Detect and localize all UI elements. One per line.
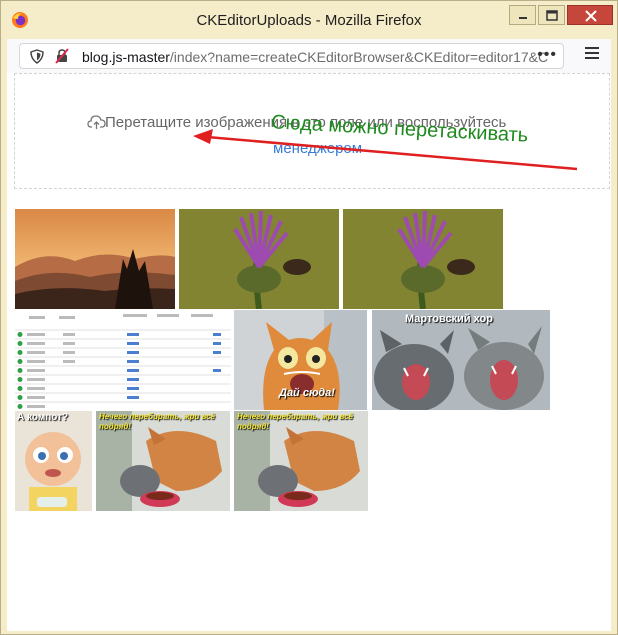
shocked-cat-caption: Дай сюда! bbox=[279, 387, 335, 399]
thistle-flower-image[interactable] bbox=[179, 209, 339, 309]
baby-caption: А компот? bbox=[17, 412, 69, 423]
page-content: Перетащите изображения в это поле или во… bbox=[7, 73, 611, 631]
maximize-icon bbox=[546, 10, 558, 21]
cats-eating-caption-2: Нечего перебирать, жри всё подряд! bbox=[237, 412, 353, 431]
page-actions-button[interactable]: ••• bbox=[537, 46, 557, 64]
yelling-cats-image[interactable] bbox=[372, 310, 550, 410]
yelling-cats-caption: Мартовский хор bbox=[405, 313, 493, 325]
thistle-flower-image-2[interactable] bbox=[343, 209, 503, 309]
table-screenshot-image[interactable] bbox=[15, 310, 231, 410]
url-text[interactable]: blog.js-master/index?name=createCKEditor… bbox=[82, 49, 548, 65]
minimize-button[interactable] bbox=[509, 5, 536, 25]
hamburger-menu-icon[interactable] bbox=[585, 47, 599, 62]
minimize-icon bbox=[519, 17, 527, 19]
annotation-arrow bbox=[193, 129, 578, 171]
browser-window: CKEditorUploads - Mozilla Firefox blog.j… bbox=[0, 0, 618, 635]
title-bar[interactable]: CKEditorUploads - Mozilla Firefox bbox=[1, 1, 617, 39]
baby-image[interactable] bbox=[15, 411, 92, 511]
navigation-bar: blog.js-master/index?name=createCKEditor… bbox=[7, 39, 611, 73]
cats-eating-caption: Нечего перебирать, жри всё подряд! bbox=[99, 412, 215, 431]
insecure-lock-icon[interactable] bbox=[54, 48, 70, 64]
close-icon bbox=[585, 10, 597, 22]
close-button[interactable] bbox=[567, 5, 613, 25]
url-path: /index?name=createCKEditorBrowser&CKEdit… bbox=[169, 49, 549, 65]
url-bar[interactable]: blog.js-master/index?name=createCKEditor… bbox=[19, 43, 564, 69]
maximize-button[interactable] bbox=[538, 5, 565, 25]
window-controls bbox=[507, 5, 613, 27]
url-host: blog.js-master bbox=[82, 49, 170, 65]
sunset-mountains-image[interactable] bbox=[15, 209, 175, 309]
shield-icon[interactable] bbox=[30, 49, 44, 64]
